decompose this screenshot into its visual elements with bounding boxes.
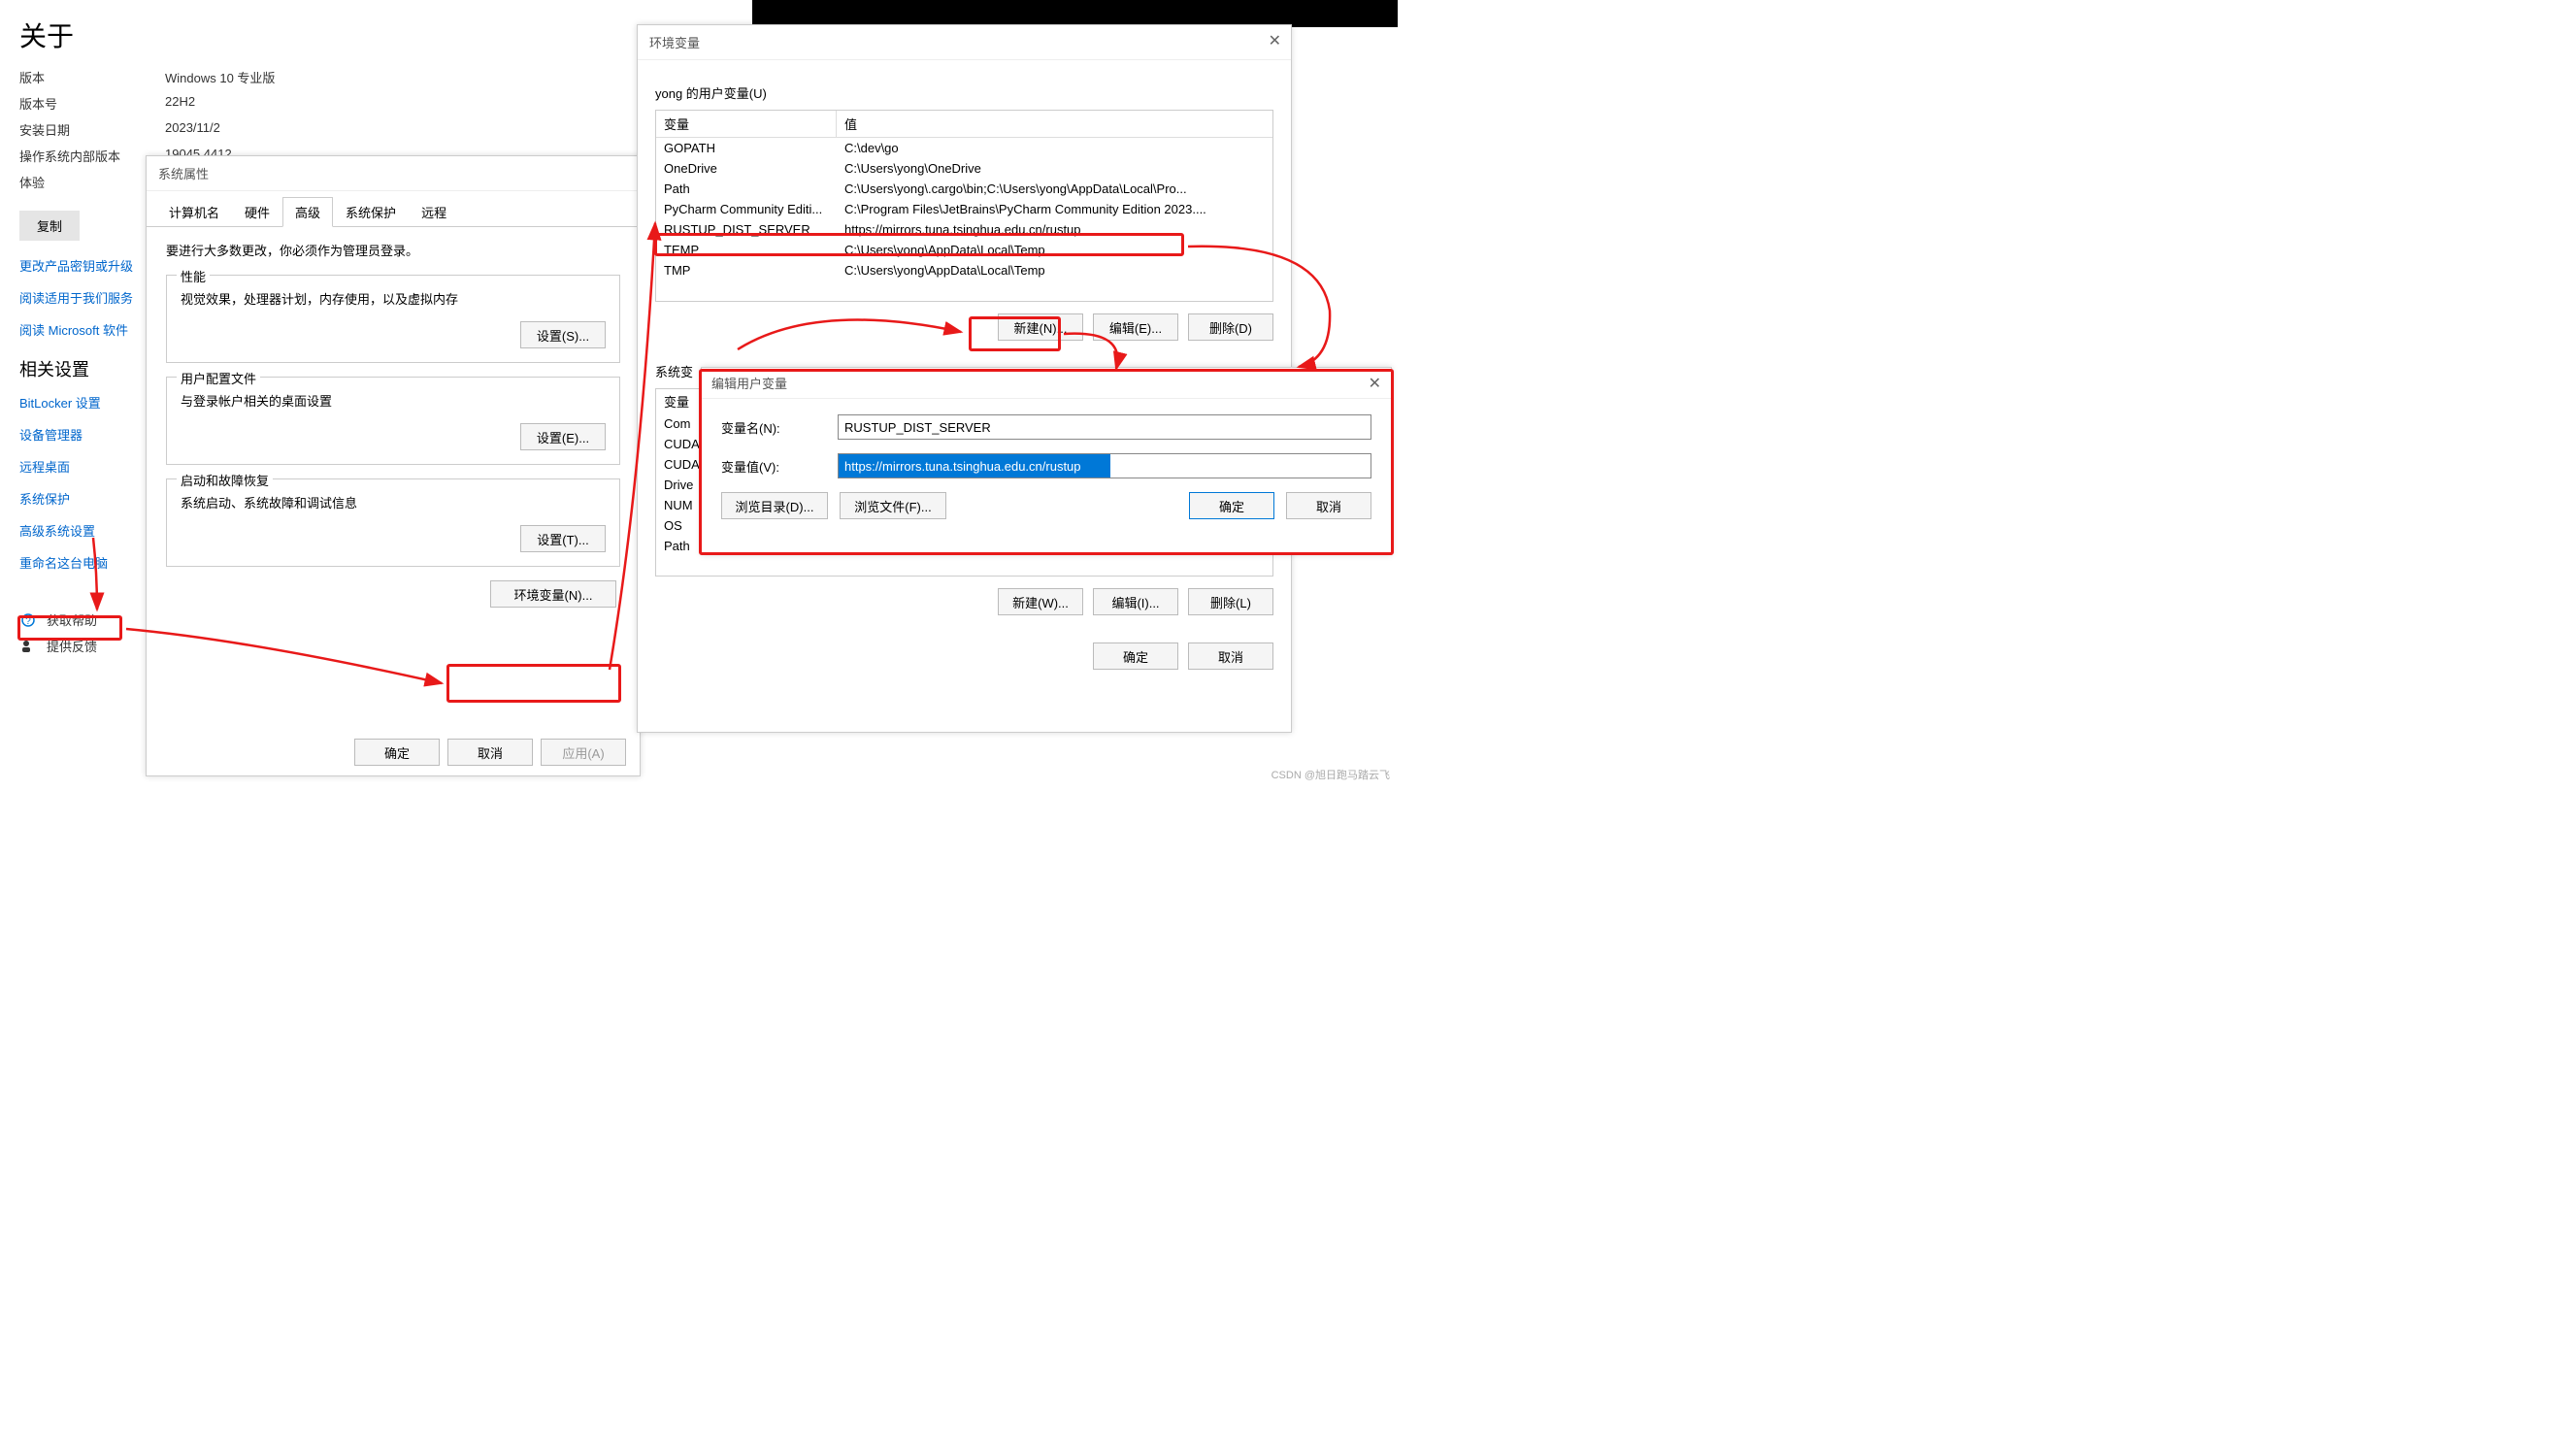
variable-value-input[interactable] (838, 453, 1371, 478)
editvar-ok-button[interactable]: 确定 (1189, 492, 1274, 519)
variable-name-input[interactable] (838, 414, 1371, 440)
version-value: Windows 10 专业版 (165, 68, 275, 86)
user-edit-button[interactable]: 编辑(E)... (1093, 313, 1178, 341)
sysprops-cancel-button[interactable]: 取消 (447, 739, 533, 766)
svg-text:?: ? (25, 616, 31, 627)
copy-button[interactable]: 复制 (19, 211, 80, 241)
table-row: PathC:\Users\yong\.cargo\bin;C:\Users\yo… (656, 179, 1272, 199)
startup-recovery-title: 启动和故障恢复 (177, 471, 273, 489)
user-variables-list[interactable]: 变量 值 GOPATHC:\dev\go OneDriveC:\Users\yo… (655, 110, 1273, 302)
user-profile-title: 用户配置文件 (177, 369, 260, 387)
browse-directory-button[interactable]: 浏览目录(D)... (721, 492, 828, 519)
browse-file-button[interactable]: 浏览文件(F)... (840, 492, 946, 519)
table-row: GOPATHC:\dev\go (656, 138, 1272, 158)
build-label: 版本号 (19, 94, 165, 113)
variable-value-label: 变量值(V): (721, 457, 838, 476)
performance-settings-button[interactable]: 设置(S)... (520, 321, 606, 348)
tab-remote[interactable]: 远程 (409, 197, 459, 226)
close-icon[interactable]: ✕ (1269, 31, 1281, 50)
tab-computer-name[interactable]: 计算机名 (156, 197, 232, 226)
tab-hardware[interactable]: 硬件 (232, 197, 282, 226)
edit-user-variable-dialog: 编辑用户变量 ✕ 变量名(N): 变量值(V): 浏览目录(D)... 浏览文件… (701, 367, 1392, 555)
user-profile-group: 用户配置文件 与登录帐户相关的桌面设置 设置(E)... (166, 377, 620, 465)
table-row: TEMPC:\Users\yong\AppData\Local\Temp (656, 240, 1272, 260)
close-icon[interactable]: ✕ (1369, 374, 1381, 393)
feedback-icon (19, 638, 37, 655)
table-row: PyCharm Community Editi...C:\Program Fil… (656, 199, 1272, 219)
build-value: 22H2 (165, 94, 195, 113)
user-profile-settings-button[interactable]: 设置(E)... (520, 423, 606, 450)
performance-title: 性能 (177, 267, 210, 285)
give-feedback-link[interactable]: 提供反馈 (47, 637, 97, 655)
admin-notice: 要进行大多数更改，你必须作为管理员登录。 (166, 241, 620, 259)
table-row: OneDriveC:\Users\yong\OneDrive (656, 158, 1272, 179)
env-ok-button[interactable]: 确定 (1093, 643, 1178, 670)
experience-label: 体验 (19, 173, 165, 191)
sys-delete-button[interactable]: 删除(L) (1188, 588, 1273, 615)
startup-recovery-group: 启动和故障恢复 系统启动、系统故障和调试信息 设置(T)... (166, 478, 620, 567)
black-background (752, 0, 1398, 27)
system-properties-dialog: 系统属性 计算机名 硬件 高级 系统保护 远程 要进行大多数更改，你必须作为管理… (146, 155, 641, 776)
user-new-button[interactable]: 新建(N)... (998, 313, 1083, 341)
system-properties-title: 系统属性 (147, 156, 640, 191)
sysprops-ok-button[interactable]: 确定 (354, 739, 440, 766)
version-label: 版本 (19, 68, 165, 86)
table-row: RUSTUP_DIST_SERVERhttps://mirrors.tuna.t… (656, 219, 1272, 240)
install-date-label: 安装日期 (19, 120, 165, 139)
user-delete-button[interactable]: 删除(D) (1188, 313, 1273, 341)
get-help-link[interactable]: 获取帮助 (47, 610, 97, 629)
env-cancel-button[interactable]: 取消 (1188, 643, 1273, 670)
uservar-header-name[interactable]: 变量 (656, 111, 837, 137)
editvar-title: 编辑用户变量 (702, 368, 1391, 399)
sys-new-button[interactable]: 新建(W)... (998, 588, 1083, 615)
user-profile-desc: 与登录帐户相关的桌面设置 (181, 391, 606, 410)
sys-edit-button[interactable]: 编辑(I)... (1093, 588, 1178, 615)
variable-name-label: 变量名(N): (721, 418, 838, 437)
table-row: TMPC:\Users\yong\AppData\Local\Temp (656, 260, 1272, 280)
performance-group: 性能 视觉效果，处理器计划，内存使用，以及虚拟内存 设置(S)... (166, 275, 620, 363)
tab-system-protection[interactable]: 系统保护 (333, 197, 409, 226)
install-date-value: 2023/11/2 (165, 120, 220, 139)
performance-desc: 视觉效果，处理器计划，内存使用，以及虚拟内存 (181, 289, 606, 308)
uservar-header-value[interactable]: 值 (837, 111, 1272, 137)
tab-advanced[interactable]: 高级 (282, 197, 333, 227)
startup-recovery-desc: 系统启动、系统故障和调试信息 (181, 493, 606, 511)
watermark: CSDN @旭日跑马踏云飞 (1271, 767, 1390, 782)
sysprops-apply-button[interactable]: 应用(A) (541, 739, 626, 766)
user-variables-label: yong 的用户变量(U) (655, 83, 1273, 102)
editvar-cancel-button[interactable]: 取消 (1286, 492, 1371, 519)
env-title: 环境变量 (638, 25, 1291, 60)
about-title: 关于 (19, 16, 738, 54)
help-icon: ? (19, 611, 37, 629)
os-build-label: 操作系统内部版本 (19, 147, 165, 165)
environment-variables-button[interactable]: 环境变量(N)... (490, 580, 616, 608)
system-properties-tabs: 计算机名 硬件 高级 系统保护 远程 (147, 191, 640, 227)
startup-recovery-settings-button[interactable]: 设置(T)... (520, 525, 606, 552)
